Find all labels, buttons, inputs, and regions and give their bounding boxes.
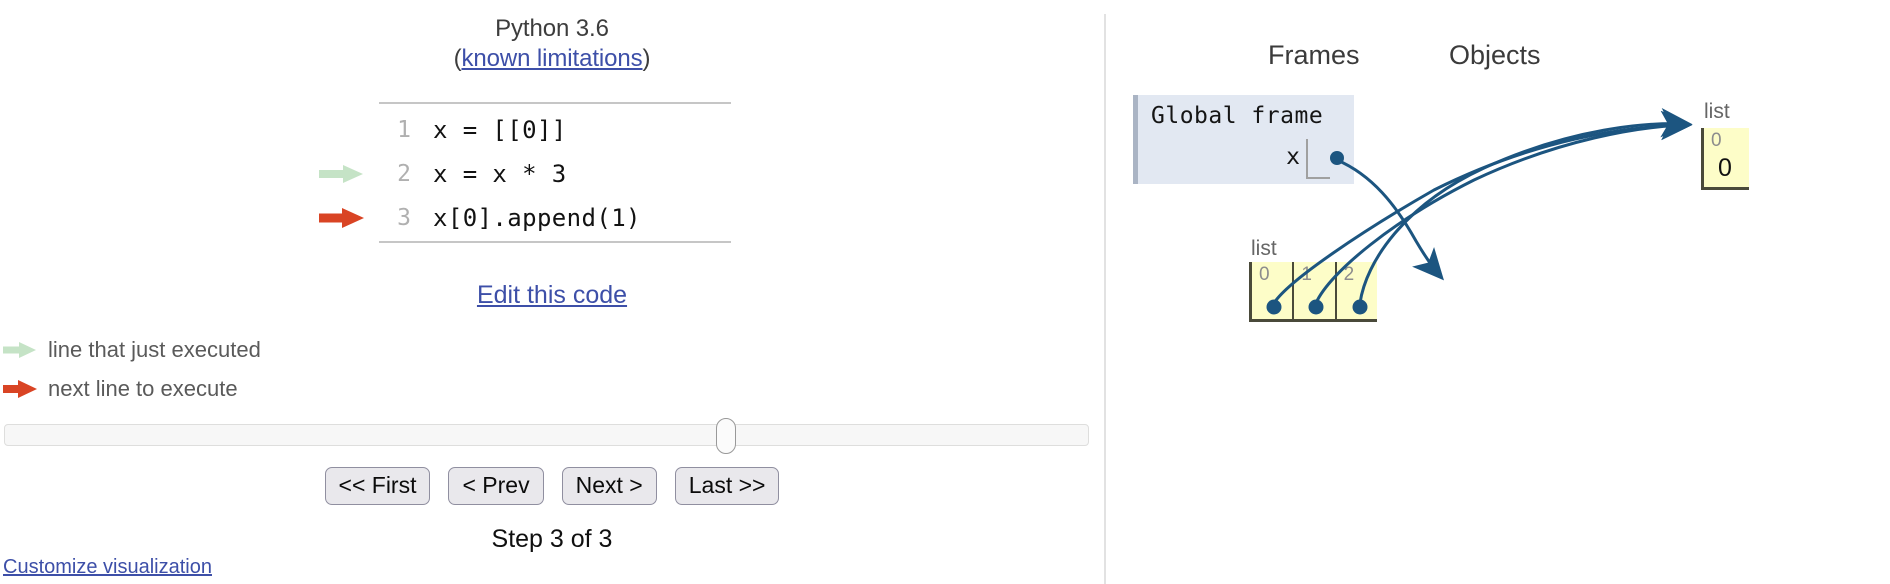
- visualization-pane: Frames Objects Global frame x list 0 1 2…: [1104, 0, 1890, 584]
- step-slider[interactable]: [4, 418, 1089, 454]
- red-arrow-icon: [319, 208, 364, 228]
- slider-track[interactable]: [4, 424, 1089, 446]
- green-arrow-icon: [319, 165, 363, 183]
- code-text: x = [[0]]: [433, 116, 567, 144]
- cell-index: 0: [1259, 264, 1270, 285]
- next-button[interactable]: Next >: [561, 467, 657, 505]
- code-rule-top: [379, 102, 731, 104]
- visualizer-root: Python 3.6 (known limitations) 1 x = [[0…: [0, 0, 1890, 584]
- line-number: 1: [397, 117, 411, 143]
- last-button[interactable]: Last >>: [674, 467, 780, 505]
- list-cell: 2: [1337, 262, 1377, 319]
- navigation-buttons: << First < Prev Next > Last >>: [0, 467, 1104, 505]
- python-version-label: Python 3.6: [495, 15, 609, 42]
- code-rule-bottom: [379, 241, 731, 243]
- list-cell: 0: [1252, 262, 1295, 319]
- inner-list-type-label: list: [1704, 100, 1730, 123]
- legend-label: line that just executed: [48, 336, 261, 362]
- limitations-paren-close: ): [642, 45, 651, 72]
- frames-heading: Frames: [1268, 40, 1360, 70]
- global-frame: Global frame x: [1133, 95, 1354, 184]
- variable-name-x: x: [1286, 144, 1300, 170]
- line-number: 3: [397, 205, 411, 231]
- just-executed-arrow: [317, 162, 369, 186]
- first-button[interactable]: << First: [324, 467, 431, 505]
- legend-row-just-executed: line that just executed: [2, 330, 261, 369]
- next-line-arrow: [317, 206, 369, 230]
- red-arrow-icon: [3, 379, 37, 398]
- code-line: 3 x[0].append(1): [319, 196, 731, 240]
- cell-index: 2: [1343, 264, 1355, 285]
- list-cell: 1: [1294, 262, 1337, 319]
- prev-button[interactable]: < Prev: [448, 467, 544, 505]
- python-version-header: Python 3.6 (known limitations): [0, 14, 1104, 74]
- customize-visualization-link[interactable]: Customize visualization: [3, 556, 212, 578]
- step-indicator: Step 3 of 3: [491, 525, 613, 553]
- list-cell: 0 0: [1704, 128, 1749, 187]
- legend-label: next line to execute: [48, 375, 238, 401]
- cell-index: 0: [1711, 130, 1722, 151]
- pointer-cell2-to-inner-list: [1352, 108, 1693, 315]
- pointer-arrows: [1266, 108, 1693, 315]
- outer-list-object: 0 1 2: [1249, 262, 1377, 322]
- objects-heading: Objects: [1449, 40, 1541, 70]
- code-text: x = x * 3: [433, 160, 567, 188]
- code-pane: Python 3.6 (known limitations) 1 x = [[0…: [0, 0, 1104, 584]
- outer-list-type-label: list: [1251, 237, 1277, 260]
- slider-handle[interactable]: [716, 418, 736, 454]
- execution-arrow-slot: [317, 118, 369, 142]
- customize-link-wrap: Customize visualization: [3, 556, 212, 579]
- legend-row-next-line: next line to execute: [2, 369, 261, 408]
- cell-value: 0: [1718, 154, 1732, 182]
- line-number: 2: [397, 161, 411, 187]
- code-listing: 1 x = [[0]] 2 x = x * 3 3 x[0].append(1): [319, 108, 731, 240]
- code-line: 1 x = [[0]]: [379, 108, 731, 152]
- known-limitations-link[interactable]: known limitations: [461, 45, 642, 72]
- cell-index: 1: [1301, 264, 1312, 285]
- edit-code-link-wrap: Edit this code: [0, 281, 1104, 310]
- global-frame-title: Global frame: [1151, 103, 1324, 129]
- edit-this-code-link[interactable]: Edit this code: [477, 281, 627, 309]
- code-line: 2 x = x * 3: [319, 152, 731, 196]
- code-text: x[0].append(1): [433, 204, 641, 232]
- inner-list-object: 0 0: [1701, 128, 1749, 190]
- variable-value-bracket: [1306, 139, 1330, 179]
- green-arrow-icon: [3, 341, 36, 358]
- arrow-legend: line that just executed next line to exe…: [2, 330, 261, 408]
